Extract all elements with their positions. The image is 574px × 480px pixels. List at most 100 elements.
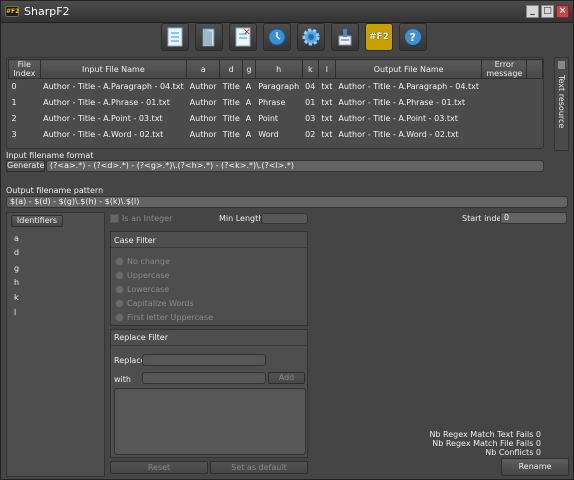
table-row[interactable]: 2 Author - Title - A.Point - 03.txt Auth… <box>9 111 543 127</box>
integer-checkbox[interactable] <box>110 214 119 223</box>
cell-g: A <box>245 130 252 139</box>
file-grid: File Index Input File Name a d g h k l O… <box>6 57 544 149</box>
identifier-item[interactable]: a <box>14 234 19 243</box>
start-index-field[interactable]: 0 <box>500 212 567 224</box>
cell-index: 1 <box>11 98 17 107</box>
cell-a: Author <box>189 98 217 107</box>
history-button[interactable] <box>263 23 291 51</box>
identifier-item[interactable]: g <box>14 264 19 273</box>
cell-error <box>482 79 527 95</box>
toolbar: ✕ #F2 ? <box>161 23 427 51</box>
case-radio[interactable] <box>115 285 124 294</box>
grid-header-row: File Index Input File Name a d g h k l O… <box>8 59 543 79</box>
regex-text-fails: Nb Regex Match Text Fails 0 <box>429 430 541 439</box>
window-title: SharpF2 <box>24 5 70 18</box>
cell-input-name: Author - Title - A.Word - 02.txt <box>43 130 164 139</box>
identifiers-panel: Identifiers a d g h k l <box>6 212 105 477</box>
cell-a: Author <box>189 130 217 139</box>
cell-a: Author <box>189 82 217 92</box>
main-window: #F2 SharpF2 _ □ × ✕ #F2 ? File Index Inp… <box>0 0 574 480</box>
column-header[interactable]: d <box>219 59 244 79</box>
cell-output-name: Author - Title - A.Paragraph - 04.txt <box>338 82 479 92</box>
minimize-button[interactable]: _ <box>526 5 539 18</box>
cell-g: A <box>245 98 252 107</box>
input-format-label: Input filename format <box>6 151 94 160</box>
cell-h: Paragraph <box>258 82 300 92</box>
identifiers-header[interactable]: Identifiers <box>11 215 63 227</box>
with-field[interactable] <box>142 372 266 384</box>
cell-l: txt <box>321 98 333 107</box>
add-button[interactable]: Add <box>268 372 305 384</box>
rename-button[interactable]: Rename <box>501 458 569 476</box>
cell-error <box>482 111 527 127</box>
open-folder-button[interactable] <box>195 23 223 51</box>
column-header[interactable]: k <box>301 59 319 79</box>
cell-error <box>482 95 527 111</box>
case-radio[interactable] <box>115 299 124 308</box>
with-label: with <box>114 375 131 384</box>
replace-field[interactable] <box>142 354 266 366</box>
identifier-item[interactable]: k <box>14 293 19 302</box>
text-resource-tab[interactable]: Text resource <box>554 57 569 151</box>
input-format-field[interactable]: (?<a>.*) - (?<d>.*) - (?<g>.*)\.(?<h>.*)… <box>46 160 544 172</box>
delete-document-button[interactable]: ✕ <box>229 23 257 51</box>
replace-list[interactable] <box>114 388 306 455</box>
replace-label: Replace <box>114 356 146 365</box>
column-header[interactable]: a <box>186 59 221 79</box>
cell-error <box>482 127 527 143</box>
cell-k: 01 <box>305 98 316 107</box>
is-integer-label: Is an Integer <box>122 214 173 223</box>
case-radio[interactable] <box>115 257 124 266</box>
generate-button[interactable]: Generate <box>6 160 45 172</box>
column-header[interactable]: Output File Name <box>334 59 483 79</box>
set-default-button[interactable]: Set as default <box>210 461 308 474</box>
reset-button[interactable]: Reset <box>110 461 208 474</box>
case-option-label: Capitalize Words <box>127 299 194 308</box>
case-filter-panel: Case Filter No change Uppercase Lowercas… <box>110 231 308 326</box>
cell-k: 03 <box>305 114 316 123</box>
identifier-item[interactable]: d <box>14 248 19 257</box>
column-header[interactable]: l <box>317 59 336 79</box>
identifier-item[interactable]: h <box>14 278 19 287</box>
cell-l: txt <box>321 130 333 139</box>
svg-text:?: ? <box>410 31 416 44</box>
rename-f2-button[interactable]: #F2 <box>365 23 393 51</box>
new-document-button[interactable] <box>161 23 189 51</box>
cell-output-name: Author - Title - A.Phrase - 01.txt <box>338 98 466 107</box>
maximize-button[interactable]: □ <box>541 5 554 18</box>
regex-file-fails: Nb Regex Match File Fails 0 <box>432 439 541 448</box>
help-button[interactable]: ? <box>399 23 427 51</box>
output-pattern-label: Output filename pattern <box>6 186 104 195</box>
table-row[interactable]: 1 Author - Title - A.Phrase - 01.txt Aut… <box>9 95 543 111</box>
case-option-label: No change <box>127 257 170 266</box>
case-radio[interactable] <box>115 313 124 322</box>
table-row[interactable]: 3 Author - Title - A.Word - 02.txt Autho… <box>9 127 543 143</box>
close-button[interactable]: × <box>556 5 569 18</box>
case-radio[interactable] <box>115 271 124 280</box>
min-length-field[interactable] <box>261 213 308 224</box>
column-header-filler <box>526 59 543 79</box>
table-row[interactable]: 0 Author - Title - A.Paragraph - 04.txt … <box>9 79 543 95</box>
min-length-label: Min Length <box>219 214 264 223</box>
cell-d: Title <box>222 82 240 92</box>
cell-index: 0 <box>11 82 17 92</box>
settings-button[interactable] <box>297 23 325 51</box>
identifier-item[interactable]: l <box>14 308 16 317</box>
title-bar: #F2 SharpF2 _ □ × <box>1 1 573 23</box>
cell-d: Title <box>222 130 240 139</box>
column-header[interactable]: File Index <box>8 59 41 79</box>
folder-icon <box>202 28 215 47</box>
column-header[interactable]: h <box>254 59 303 79</box>
cell-input-name: Author - Title - A.Phrase - 01.txt <box>43 98 170 107</box>
gear-icon <box>302 28 320 46</box>
apply-button[interactable] <box>331 23 359 51</box>
f2-icon: #F2 <box>369 32 389 42</box>
help-icon: ? <box>405 29 421 45</box>
cell-input-name: Author - Title - A.Point - 03.txt <box>43 114 163 123</box>
column-header[interactable]: g <box>242 59 256 79</box>
column-header[interactable]: Input File Name <box>39 59 188 79</box>
document-icon <box>167 27 183 47</box>
column-header[interactable]: Error message <box>481 59 528 79</box>
clock-icon <box>268 28 286 46</box>
output-pattern-field[interactable]: $(a) - $(d) - $(g)\.$(h) - $(k)\.$(l) <box>6 196 568 208</box>
